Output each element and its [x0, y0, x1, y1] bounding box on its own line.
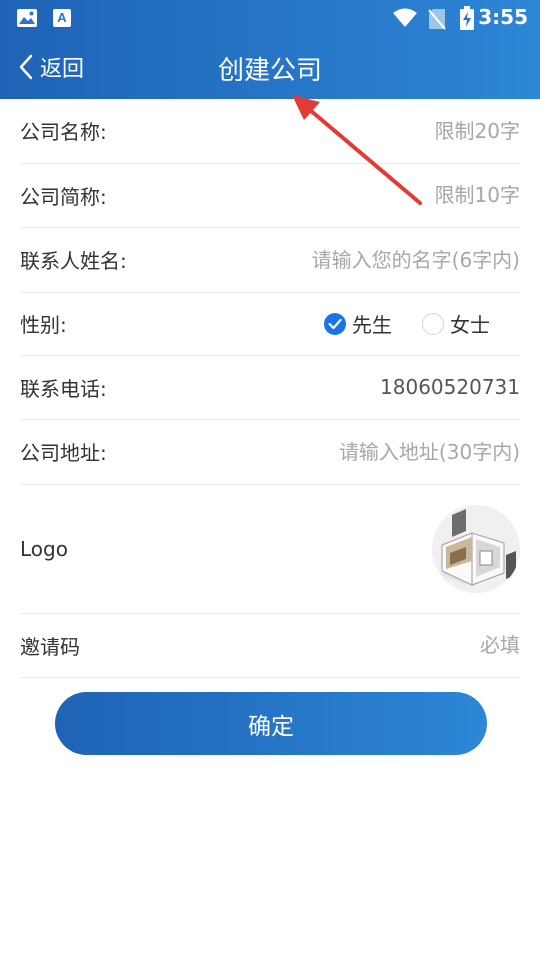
house-model-image	[432, 504, 520, 593]
phone-row: 联系电话:	[20, 356, 520, 420]
wifi-icon	[393, 8, 417, 27]
gender-option-label: 女士	[450, 313, 490, 337]
gender-label: 性别:	[20, 313, 67, 337]
logo-image[interactable]	[432, 504, 520, 593]
logo-row: Logo	[20, 485, 520, 614]
company-short-name-input[interactable]	[240, 183, 520, 208]
gender-radio-group: 先生 女士	[324, 309, 520, 338]
text-a-icon: A	[53, 9, 71, 27]
svg-text:A: A	[57, 10, 67, 25]
address-row: 公司地址:	[20, 420, 520, 485]
gender-option-mr[interactable]: 先生	[324, 309, 392, 338]
gender-row: 性别: 先生 女士	[20, 293, 520, 356]
company-name-label: 公司名称:	[20, 120, 107, 145]
company-name-row: 公司名称:	[20, 99, 520, 164]
image-icon	[17, 9, 37, 27]
company-short-name-label: 公司简称:	[20, 184, 107, 209]
no-sim-icon	[428, 9, 446, 30]
gender-option-ms[interactable]: 女士	[422, 309, 490, 338]
logo-label: Logo	[20, 536, 68, 561]
company-name-input[interactable]	[240, 118, 520, 143]
address-input[interactable]	[240, 439, 520, 464]
status-bar: A 3:55	[0, 0, 540, 36]
contact-name-input[interactable]	[240, 247, 520, 272]
company-short-name-row: 公司简称:	[20, 164, 520, 228]
page-title: 创建公司	[217, 56, 322, 86]
phone-label: 联系电话:	[20, 376, 107, 401]
status-time: 3:55	[478, 5, 528, 29]
invite-code-row: 邀请码	[20, 614, 520, 678]
invite-code-label: 邀请码	[20, 634, 80, 659]
radio-unchecked-icon	[422, 312, 444, 335]
phone-input[interactable]	[240, 375, 520, 400]
invite-code-input[interactable]	[240, 633, 520, 658]
confirm-button[interactable]: 确定	[55, 692, 487, 755]
gender-option-label: 先生	[352, 313, 392, 337]
create-company-form: 公司名称: 公司简称: 联系人姓名: 性别: 先生 女士 联系电话:	[20, 99, 520, 678]
battery-charging-icon	[460, 6, 474, 30]
app-header: A 3:55 返回 创建公司	[0, 0, 540, 99]
contact-name-label: 联系人姓名:	[20, 249, 127, 274]
address-label: 公司地址:	[20, 441, 107, 466]
contact-name-row: 联系人姓名:	[20, 228, 520, 293]
radio-checked-icon	[324, 312, 346, 335]
